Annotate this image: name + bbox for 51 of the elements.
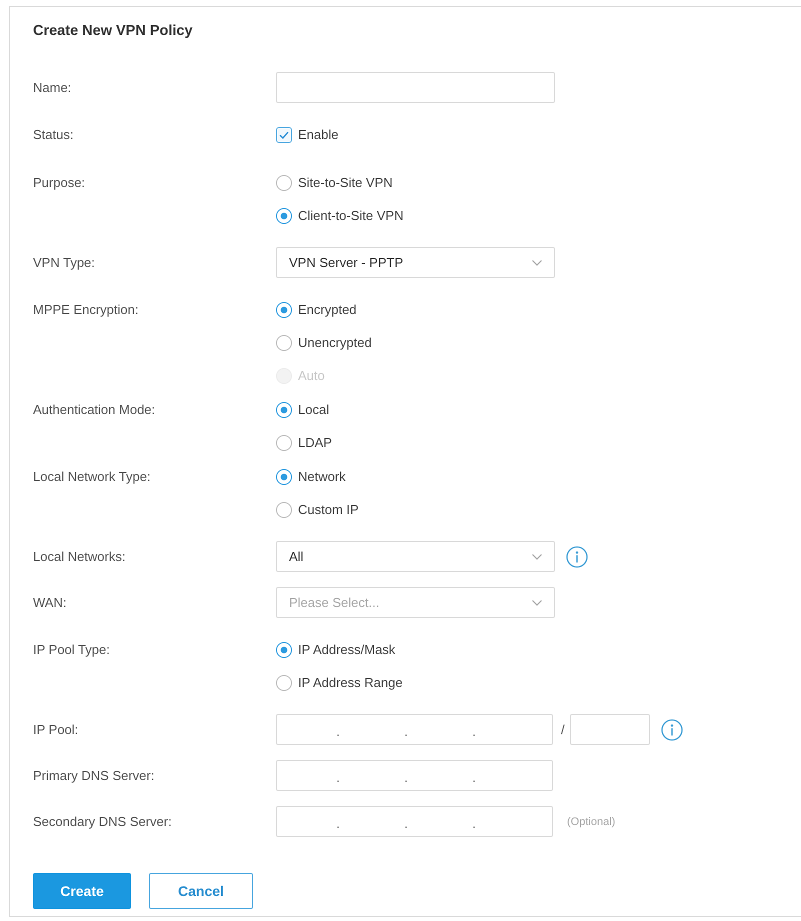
form-title: Create New VPN Policy xyxy=(33,22,194,41)
field-label: VPN Type: xyxy=(33,254,96,272)
radio-label[interactable]: Site-to-Site VPN xyxy=(298,174,393,190)
ip-address-field[interactable]: . . . xyxy=(276,714,553,745)
cancel-button[interactable]: Cancel xyxy=(149,873,253,909)
field-label: Primary DNS Server: xyxy=(33,767,156,785)
radio-label[interactable]: Client-to-Site VPN xyxy=(298,208,404,224)
radio-button[interactable] xyxy=(276,502,292,518)
dropdown-field[interactable]: VPN Server - PPTP xyxy=(276,247,555,278)
checkbox[interactable] xyxy=(276,126,292,142)
radio-label[interactable]: Network xyxy=(298,468,346,484)
radio-label[interactable]: IP Address Range xyxy=(298,674,403,690)
ip-address-field[interactable]: . . . xyxy=(276,806,553,837)
radio-button[interactable] xyxy=(276,174,292,190)
radio-label[interactable]: Encrypted xyxy=(298,302,357,318)
dropdown-field[interactable]: All xyxy=(276,541,555,572)
info-icon[interactable] xyxy=(660,718,683,740)
field-label: Purpose: xyxy=(33,174,86,192)
checkbox-label[interactable]: Enable xyxy=(298,126,338,142)
radio-button[interactable] xyxy=(276,402,292,418)
radio-label[interactable]: Custom IP xyxy=(298,502,359,518)
text-field[interactable] xyxy=(276,72,555,103)
field-label: IP Pool Type: xyxy=(33,641,111,659)
field-label: Local Network Type: xyxy=(33,468,152,486)
field-label: WAN: xyxy=(33,594,68,612)
radio-label[interactable]: IP Address/Mask xyxy=(298,642,396,658)
field-label: Status: xyxy=(33,126,74,144)
chevron-down-icon xyxy=(532,600,542,606)
ip-address-field[interactable]: . . . xyxy=(276,760,553,791)
radio-label[interactable]: Local xyxy=(298,402,330,418)
radio-button[interactable] xyxy=(276,334,292,350)
radio-button[interactable] xyxy=(276,208,292,224)
info-icon[interactable] xyxy=(566,546,588,568)
optional-note: (Optional) xyxy=(567,816,616,828)
subnet-mask-field[interactable] xyxy=(570,714,650,745)
field-label: IP Pool: xyxy=(33,721,80,739)
radio-button[interactable] xyxy=(276,468,292,484)
radio-button[interactable] xyxy=(276,434,292,450)
field-label: MPPE Encryption: xyxy=(33,301,140,319)
field-label: Name: xyxy=(33,79,72,97)
radio-label[interactable]: Unencrypted xyxy=(298,334,372,350)
slash-separator: / xyxy=(561,722,565,738)
chevron-down-icon xyxy=(532,260,542,266)
radio-label[interactable]: LDAP xyxy=(298,434,332,450)
radio-button[interactable] xyxy=(276,642,292,658)
field-label: Local Networks: xyxy=(33,548,126,566)
field-label: Authentication Mode: xyxy=(33,401,156,419)
radio-button[interactable] xyxy=(276,302,292,318)
radio-button[interactable] xyxy=(276,674,292,690)
chevron-down-icon xyxy=(532,554,542,560)
field-label: Secondary DNS Server: xyxy=(33,813,173,831)
